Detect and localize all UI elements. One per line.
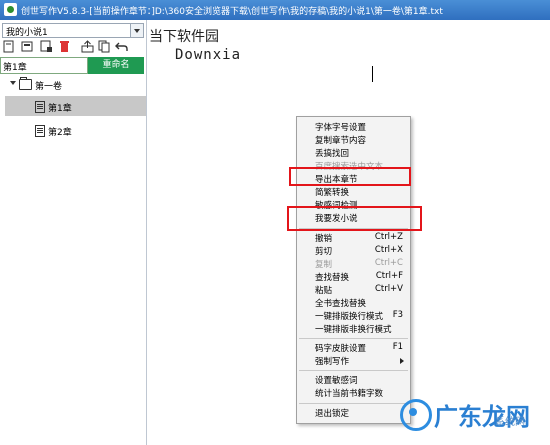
menu-item-cut[interactable]: 剪切 Ctrl+X [297, 245, 410, 257]
text-caret [372, 66, 373, 82]
menu-item-forced-writing[interactable]: 强制写作 [297, 355, 410, 367]
book-select-value: 我的小说1 [6, 28, 48, 38]
watermark-subtext: 系统网 [495, 417, 525, 428]
delete-icon[interactable] [58, 40, 71, 53]
chapter-label: 第2章 [48, 128, 72, 138]
sidebar: 我的小说1 第1章 重命名 第一卷 第1章 第2章 [0, 20, 147, 445]
menu-separator [299, 338, 408, 339]
menu-item-copy-chapter[interactable]: 复制章节内容 [297, 134, 410, 146]
menu-item-set-sensitive-words[interactable]: 设置敏感词 [297, 374, 410, 386]
document-icon [35, 101, 45, 113]
menu-item-paste[interactable]: 粘贴 Ctrl+V [297, 284, 410, 296]
tree-chapter-2[interactable]: 第2章 [5, 120, 146, 140]
menu-separator [299, 403, 408, 404]
menu-item-book-find-replace[interactable]: 全书查找替换 [297, 297, 410, 309]
menu-item-font-settings[interactable]: 字体字号设置 [297, 121, 410, 133]
highlight-box-export [289, 167, 411, 186]
undo-icon[interactable] [115, 40, 128, 53]
folder-icon [19, 77, 32, 90]
book-select[interactable]: 我的小说1 [2, 23, 144, 38]
watermark: 广东龙网 系统网 [400, 395, 545, 441]
chapter-label: 第1章 [48, 104, 72, 114]
app-logo-icon [4, 3, 17, 16]
expand-arrow-icon[interactable] [10, 81, 16, 85]
watermark-logo-icon [400, 399, 432, 431]
menu-item-convert-script[interactable]: 简繁转换 [297, 186, 410, 198]
sidebar-toolbar [2, 40, 144, 55]
volume-label: 第一卷 [35, 82, 63, 92]
menu-item-copy: 复制 Ctrl+C [315, 258, 403, 270]
chapter-name-value: 第1章 [3, 63, 27, 73]
menu-item-undo[interactable]: 撤销 Ctrl+Z [297, 232, 410, 244]
window-title: 创世写作V5.8.3-[当前操作章节：]D:\360安全浏览器下载\创世写作\我… [21, 7, 443, 17]
editor-line: Downxia [175, 47, 242, 63]
tree-volume[interactable]: 第一卷 [0, 76, 146, 94]
new-book-icon[interactable] [2, 40, 15, 53]
menu-item-exit-lock[interactable]: 退出锁定 [297, 407, 410, 419]
new-chapter-icon[interactable] [40, 40, 53, 53]
tree-chapter-1[interactable]: 第1章 [5, 96, 146, 116]
new-volume-icon[interactable] [21, 40, 34, 53]
title-bar: 创世写作V5.8.3-[当前操作章节：]D:\360安全浏览器下载\创世写作\我… [0, 0, 550, 20]
menu-item-format-newline[interactable]: 一键排版换行模式 F3 [297, 310, 410, 322]
chevron-down-icon[interactable] [130, 24, 143, 37]
editor-line: 当下软件园 [149, 29, 219, 45]
context-menu: 字体字号设置 复制章节内容 丢搞找回 百度搜索选中文本 导出本章节 简繁转换 敏… [296, 116, 411, 424]
menu-item-skin-settings[interactable]: 码字皮肤设置 F1 [297, 342, 410, 354]
export-icon[interactable] [81, 40, 94, 53]
rename-button[interactable]: 重命名 [88, 57, 144, 74]
highlight-box-publish [287, 206, 422, 231]
copy-icon[interactable] [98, 40, 111, 53]
menu-item-recover-draft[interactable]: 丢搞找回 [297, 147, 410, 159]
menu-item-format-no-newline[interactable]: 一键排版非换行模式 [297, 323, 410, 335]
menu-separator [299, 370, 408, 371]
chevron-right-icon [400, 358, 404, 364]
chapter-name-input[interactable]: 第1章 [0, 57, 88, 74]
document-icon [35, 125, 45, 137]
menu-item-find-replace[interactable]: 查找替换 Ctrl+F [297, 271, 410, 283]
menu-item-word-count[interactable]: 统计当前书籍字数 [297, 387, 410, 399]
